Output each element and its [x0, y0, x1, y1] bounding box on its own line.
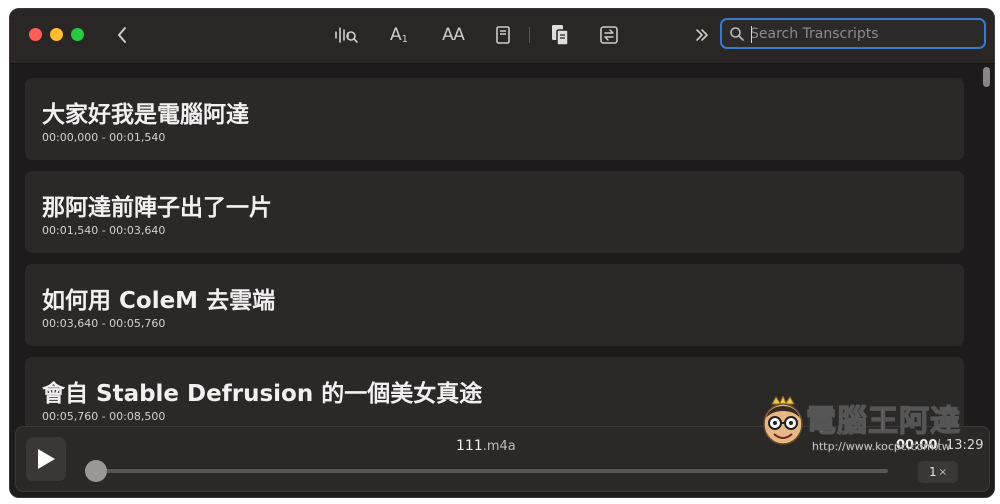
- font-size-button[interactable]: AA: [438, 21, 468, 49]
- watermark-brand: 電腦王阿達: [805, 403, 961, 439]
- watermark-mascot-logo: [763, 396, 803, 445]
- file-extension: .m4a: [482, 439, 516, 454]
- transcript-timestamp: 00:03,640 - 00:05,760: [42, 317, 166, 330]
- audio-file-name: 111.m4a: [456, 438, 516, 454]
- toolbar-divider: [529, 27, 530, 43]
- zoom-window-button[interactable]: [71, 28, 84, 41]
- toolbar: A1 AA: [10, 9, 994, 64]
- play-icon: [38, 449, 55, 469]
- document-button[interactable]: [492, 21, 514, 49]
- play-button[interactable]: [26, 437, 66, 481]
- more-toolbar-button[interactable]: [692, 21, 712, 49]
- file-name: 111: [456, 438, 483, 454]
- document-icon: [496, 26, 510, 44]
- copy-button[interactable]: [547, 21, 573, 49]
- chevron-double-right-icon: [696, 29, 708, 41]
- transcript-timestamp: 00:05,760 - 00:08,500: [42, 410, 166, 423]
- back-button[interactable]: [110, 21, 134, 49]
- progress-slider-knob[interactable]: [85, 460, 107, 482]
- search-input[interactable]: [750, 23, 975, 45]
- transcript-item[interactable]: 如何用 ColeM 去雲端 00:03,640 - 00:05,760: [25, 264, 964, 346]
- transcript-text: 會自 Stable Defrusion 的一個美女真途: [42, 381, 483, 407]
- minimize-window-button[interactable]: [50, 28, 63, 41]
- chevron-left-icon: [118, 27, 126, 43]
- speed-value: 1: [928, 465, 937, 479]
- font-style-label: A: [389, 25, 402, 45]
- progress-track[interactable]: [96, 469, 888, 473]
- copy-documents-icon: [552, 25, 569, 46]
- watermark-url: http://www.kocpc.com.tw: [812, 440, 951, 453]
- transcript-text: 如何用 ColeM 去雲端: [42, 288, 276, 314]
- export-icon: [600, 26, 618, 44]
- close-window-button[interactable]: [29, 28, 42, 41]
- watermark: 電腦王阿達 http://www.kocpc.com.tw: [760, 394, 990, 464]
- search-icon: [730, 27, 744, 41]
- text-cursor: [751, 26, 752, 43]
- speed-suffix: ×: [938, 466, 948, 478]
- scrollbar-thumb[interactable]: [983, 67, 990, 87]
- font-style-button[interactable]: A1: [386, 21, 412, 49]
- transcript-item[interactable]: 那阿達前陣子出了一片 00:01,540 - 00:03,640: [25, 171, 964, 253]
- transcript-text: 大家好我是電腦阿達: [42, 102, 249, 128]
- export-button[interactable]: [597, 21, 621, 49]
- waveform-search-icon: [335, 27, 358, 43]
- transcript-text: 那阿達前陣子出了一片: [42, 195, 272, 221]
- search-field[interactable]: [720, 18, 986, 49]
- font-style-sub: 1: [401, 33, 408, 45]
- waveform-search-button[interactable]: [332, 21, 360, 49]
- transcript-timestamp: 00:01,540 - 00:03,640: [42, 224, 166, 237]
- playback-speed-button[interactable]: 1 ×: [918, 461, 958, 483]
- transcript-item[interactable]: 大家好我是電腦阿達 00:00,000 - 00:01,540: [25, 78, 964, 160]
- font-size-label: AA: [442, 25, 465, 45]
- transcript-timestamp: 00:00,000 - 00:01,540: [42, 131, 166, 144]
